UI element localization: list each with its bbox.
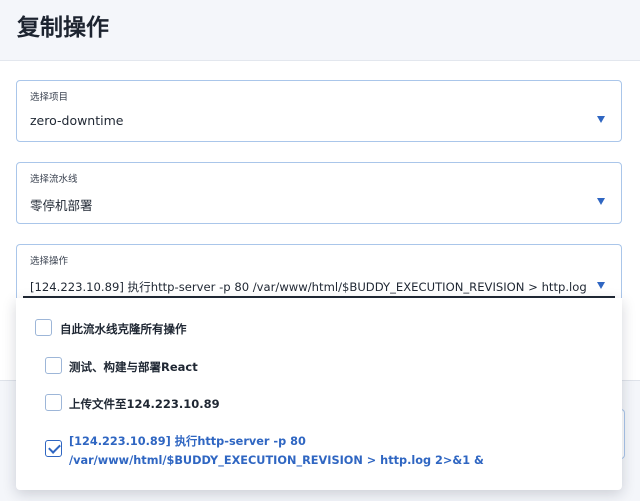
caret-down-icon[interactable] (597, 198, 605, 205)
action-option-checkbox[interactable] (45, 394, 62, 411)
action-option-checkbox[interactable] (45, 357, 62, 374)
pipeline-select-value: 零停机部署 (30, 198, 93, 213)
select-all-checkbox[interactable] (35, 319, 52, 336)
action-select[interactable]: 选择操作 [124.223.10.89] 执行http-server -p 80… (16, 244, 622, 300)
pipeline-select-label: 选择流水线 (30, 174, 78, 185)
action-option-label: [124.223.10.89] 执行http-server -p 80 /var… (69, 435, 484, 467)
action-option[interactable]: 上传文件至124.223.10.89 (16, 393, 622, 415)
caret-down-icon[interactable] (597, 282, 605, 289)
page-title: 复制操作 (17, 15, 109, 41)
check-icon[interactable] (45, 440, 62, 457)
page-header: 复制操作 (0, 0, 640, 61)
project-select[interactable]: 选择项目 zero-downtime (16, 80, 622, 142)
action-select-label: 选择操作 (30, 256, 69, 267)
action-option[interactable]: 测试、构建与部署React (16, 356, 622, 378)
action-option-label: 上传文件至124.223.10.89 (69, 397, 220, 411)
project-select-value: zero-downtime (30, 113, 124, 128)
action-option-selected[interactable]: [124.223.10.89] 执行http-server -p 80 /var… (16, 432, 622, 472)
select-all-label: 自此流水线克隆所有操作 (60, 322, 187, 336)
action-option-label: 测试、构建与部署React (69, 360, 198, 374)
action-select-value: [124.223.10.89] 执行http-server -p 80 /var… (30, 280, 590, 294)
project-select-label: 选择项目 (30, 92, 69, 103)
pipeline-select[interactable]: 选择流水线 零停机部署 (16, 162, 622, 224)
select-all-option[interactable]: 自此流水线克隆所有操作 (16, 318, 622, 340)
caret-down-icon[interactable] (597, 116, 605, 123)
action-dropdown-menu: 自此流水线克隆所有操作 测试、构建与部署React 上传文件至124.223.1… (16, 298, 622, 490)
